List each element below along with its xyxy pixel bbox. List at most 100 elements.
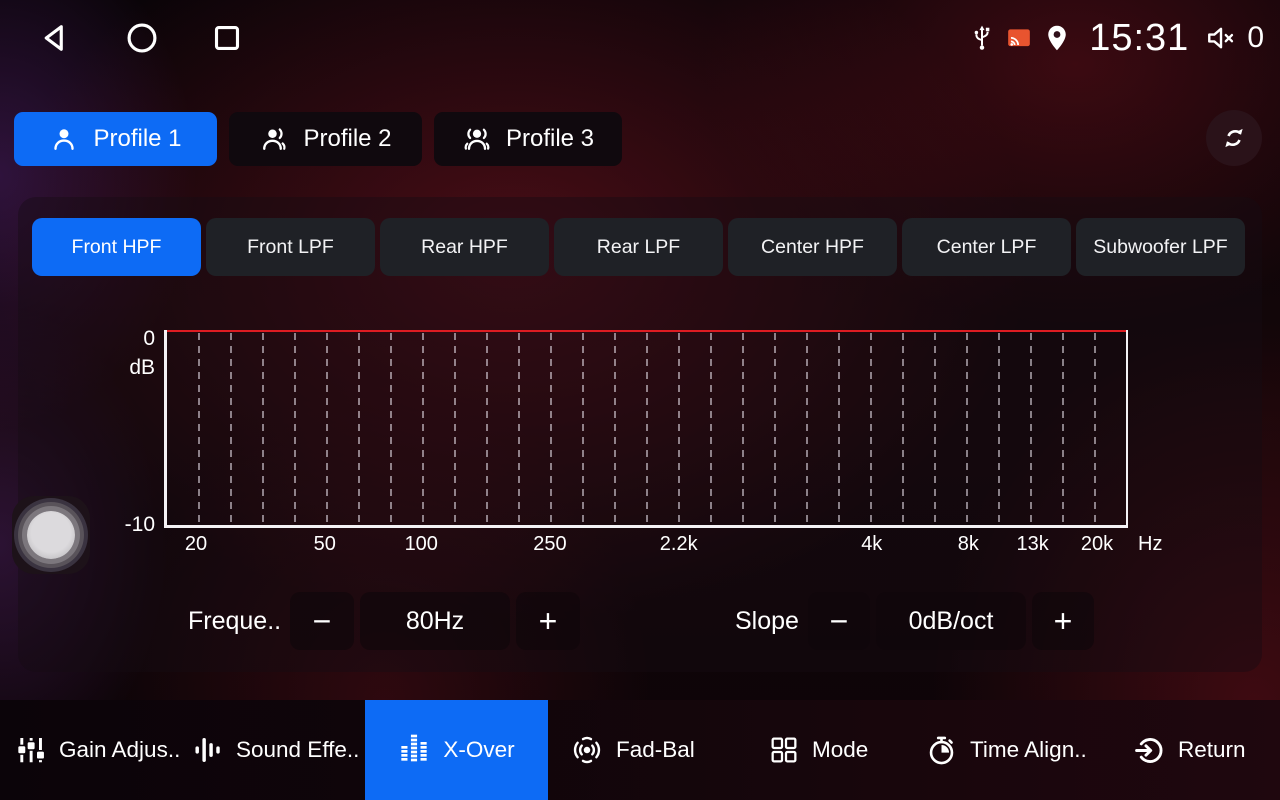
- clock: 15:31: [1089, 17, 1189, 60]
- recents-icon[interactable]: [210, 21, 244, 55]
- person-wave-both-icon: [462, 124, 492, 154]
- gridline: [998, 333, 1000, 524]
- tab-label: Center HPF: [761, 236, 864, 259]
- gridline: [294, 333, 296, 524]
- x-tick-label: 8k: [958, 533, 979, 556]
- gridline: [358, 333, 360, 524]
- gain-sliders-icon: [15, 734, 47, 766]
- chart-plot: [164, 330, 1128, 528]
- tab-subwoofer-lpf[interactable]: Subwoofer LPF: [1076, 218, 1245, 276]
- volume-muted-icon: [1204, 22, 1238, 54]
- person-wave-right-icon: [259, 124, 289, 154]
- volume-level: 0: [1247, 21, 1264, 55]
- system-nav: [38, 0, 244, 76]
- gridline: [934, 333, 936, 524]
- gridline: [678, 333, 680, 524]
- slope-minus-button[interactable]: −: [808, 592, 870, 650]
- head-unit-screen: 15:31 0 Profile 1 Profile 2: [0, 0, 1280, 800]
- frequency-minus-button[interactable]: −: [290, 592, 354, 650]
- return-arrow-icon: [1133, 734, 1166, 767]
- tab-label: Rear LPF: [597, 236, 680, 259]
- gridline: [710, 333, 712, 524]
- gridline: [390, 333, 392, 524]
- nav-item-return[interactable]: Return: [1133, 700, 1246, 800]
- gridline: [742, 333, 744, 524]
- stopwatch-icon: [925, 734, 958, 767]
- gridline: [454, 333, 456, 524]
- nav-item-label: Return: [1178, 737, 1246, 763]
- sync-icon: [1219, 123, 1249, 153]
- tab-label: Center LPF: [937, 236, 1037, 259]
- tab-rear-lpf[interactable]: Rear LPF: [554, 218, 723, 276]
- status-tray: 15:31 0: [968, 0, 1264, 76]
- usb-icon: [968, 23, 996, 53]
- back-icon[interactable]: [38, 20, 74, 56]
- nav-item-xover[interactable]: X-Over: [365, 700, 548, 800]
- bottom-nav-bar: Gain Adjus.. Sound Effe.. X-Over: [0, 700, 1280, 800]
- home-icon[interactable]: [124, 20, 160, 56]
- profile-label: Profile 3: [506, 125, 594, 153]
- profile-1-tab[interactable]: Profile 1: [14, 112, 217, 166]
- nav-item-label: Mode: [812, 737, 868, 763]
- tab-front-lpf[interactable]: Front LPF: [206, 218, 375, 276]
- gridline: [838, 333, 840, 524]
- frequency-plus-button[interactable]: +: [516, 592, 580, 650]
- tab-label: Subwoofer LPF: [1093, 236, 1227, 259]
- nav-item-gain-adjust[interactable]: Gain Adjus..: [15, 700, 180, 800]
- gridline: [582, 333, 584, 524]
- nav-item-label: Fad-Bal: [616, 737, 695, 763]
- nav-item-time-align[interactable]: Time Align..: [925, 700, 1087, 800]
- frequency-label: Freque..: [188, 592, 281, 650]
- crossover-chart: 0 dB -10 20501002502.2k4k8k13k20k Hz: [164, 330, 1128, 528]
- slope-label: Slope: [735, 592, 799, 650]
- fader-balance-icon: [570, 733, 604, 767]
- floating-knob-button[interactable]: [12, 496, 90, 574]
- x-tick-label: 20k: [1081, 533, 1113, 556]
- x-tick-label: 50: [314, 533, 336, 556]
- location-icon: [1042, 22, 1072, 54]
- slope-value: 0dB/oct: [876, 592, 1026, 650]
- x-axis-unit: Hz: [1138, 533, 1162, 556]
- profile-label: Profile 2: [303, 125, 391, 153]
- nav-item-label: X-Over: [443, 737, 514, 763]
- gridline: [966, 333, 968, 524]
- gridline: [550, 333, 552, 524]
- x-tick-label: 100: [405, 533, 438, 556]
- tab-label: Front LPF: [247, 236, 334, 259]
- person-icon: [49, 124, 79, 154]
- response-curve: [167, 330, 1126, 332]
- profile-3-tab[interactable]: Profile 3: [434, 112, 622, 166]
- gridline: [326, 333, 328, 524]
- slope-plus-button[interactable]: +: [1032, 592, 1094, 650]
- tab-center-hpf[interactable]: Center HPF: [728, 218, 897, 276]
- gridline: [774, 333, 776, 524]
- nav-item-sound-effects[interactable]: Sound Effe..: [192, 700, 359, 800]
- nav-item-label: Time Align..: [970, 737, 1087, 763]
- frequency-value: 80Hz: [360, 592, 510, 650]
- profile-2-tab[interactable]: Profile 2: [229, 112, 422, 166]
- knob-circle-icon: [27, 511, 75, 559]
- reset-button[interactable]: [1206, 110, 1262, 166]
- nav-item-mode[interactable]: Mode: [768, 700, 868, 800]
- tab-front-hpf[interactable]: Front HPF: [32, 218, 201, 276]
- gridline: [518, 333, 520, 524]
- nav-item-label: Gain Adjus..: [59, 737, 180, 763]
- gridline: [902, 333, 904, 524]
- gridline: [422, 333, 424, 524]
- mode-grid-icon: [768, 734, 800, 766]
- nav-item-fad-bal[interactable]: Fad-Bal: [570, 700, 695, 800]
- y-tick-bottom: -10: [95, 514, 155, 536]
- profile-label: Profile 1: [93, 125, 181, 153]
- y-tick-top: 0: [95, 328, 155, 350]
- gridline: [198, 333, 200, 524]
- gridline: [1094, 333, 1096, 524]
- x-tick-label: 2.2k: [660, 533, 698, 556]
- tab-center-lpf[interactable]: Center LPF: [902, 218, 1071, 276]
- gridline: [230, 333, 232, 524]
- tab-rear-hpf[interactable]: Rear HPF: [380, 218, 549, 276]
- profile-tabs: Profile 1 Profile 2 Profile 3: [14, 112, 622, 166]
- gridline: [1030, 333, 1032, 524]
- gridline: [486, 333, 488, 524]
- equalizer-bars-icon: [398, 734, 430, 766]
- gridline: [646, 333, 648, 524]
